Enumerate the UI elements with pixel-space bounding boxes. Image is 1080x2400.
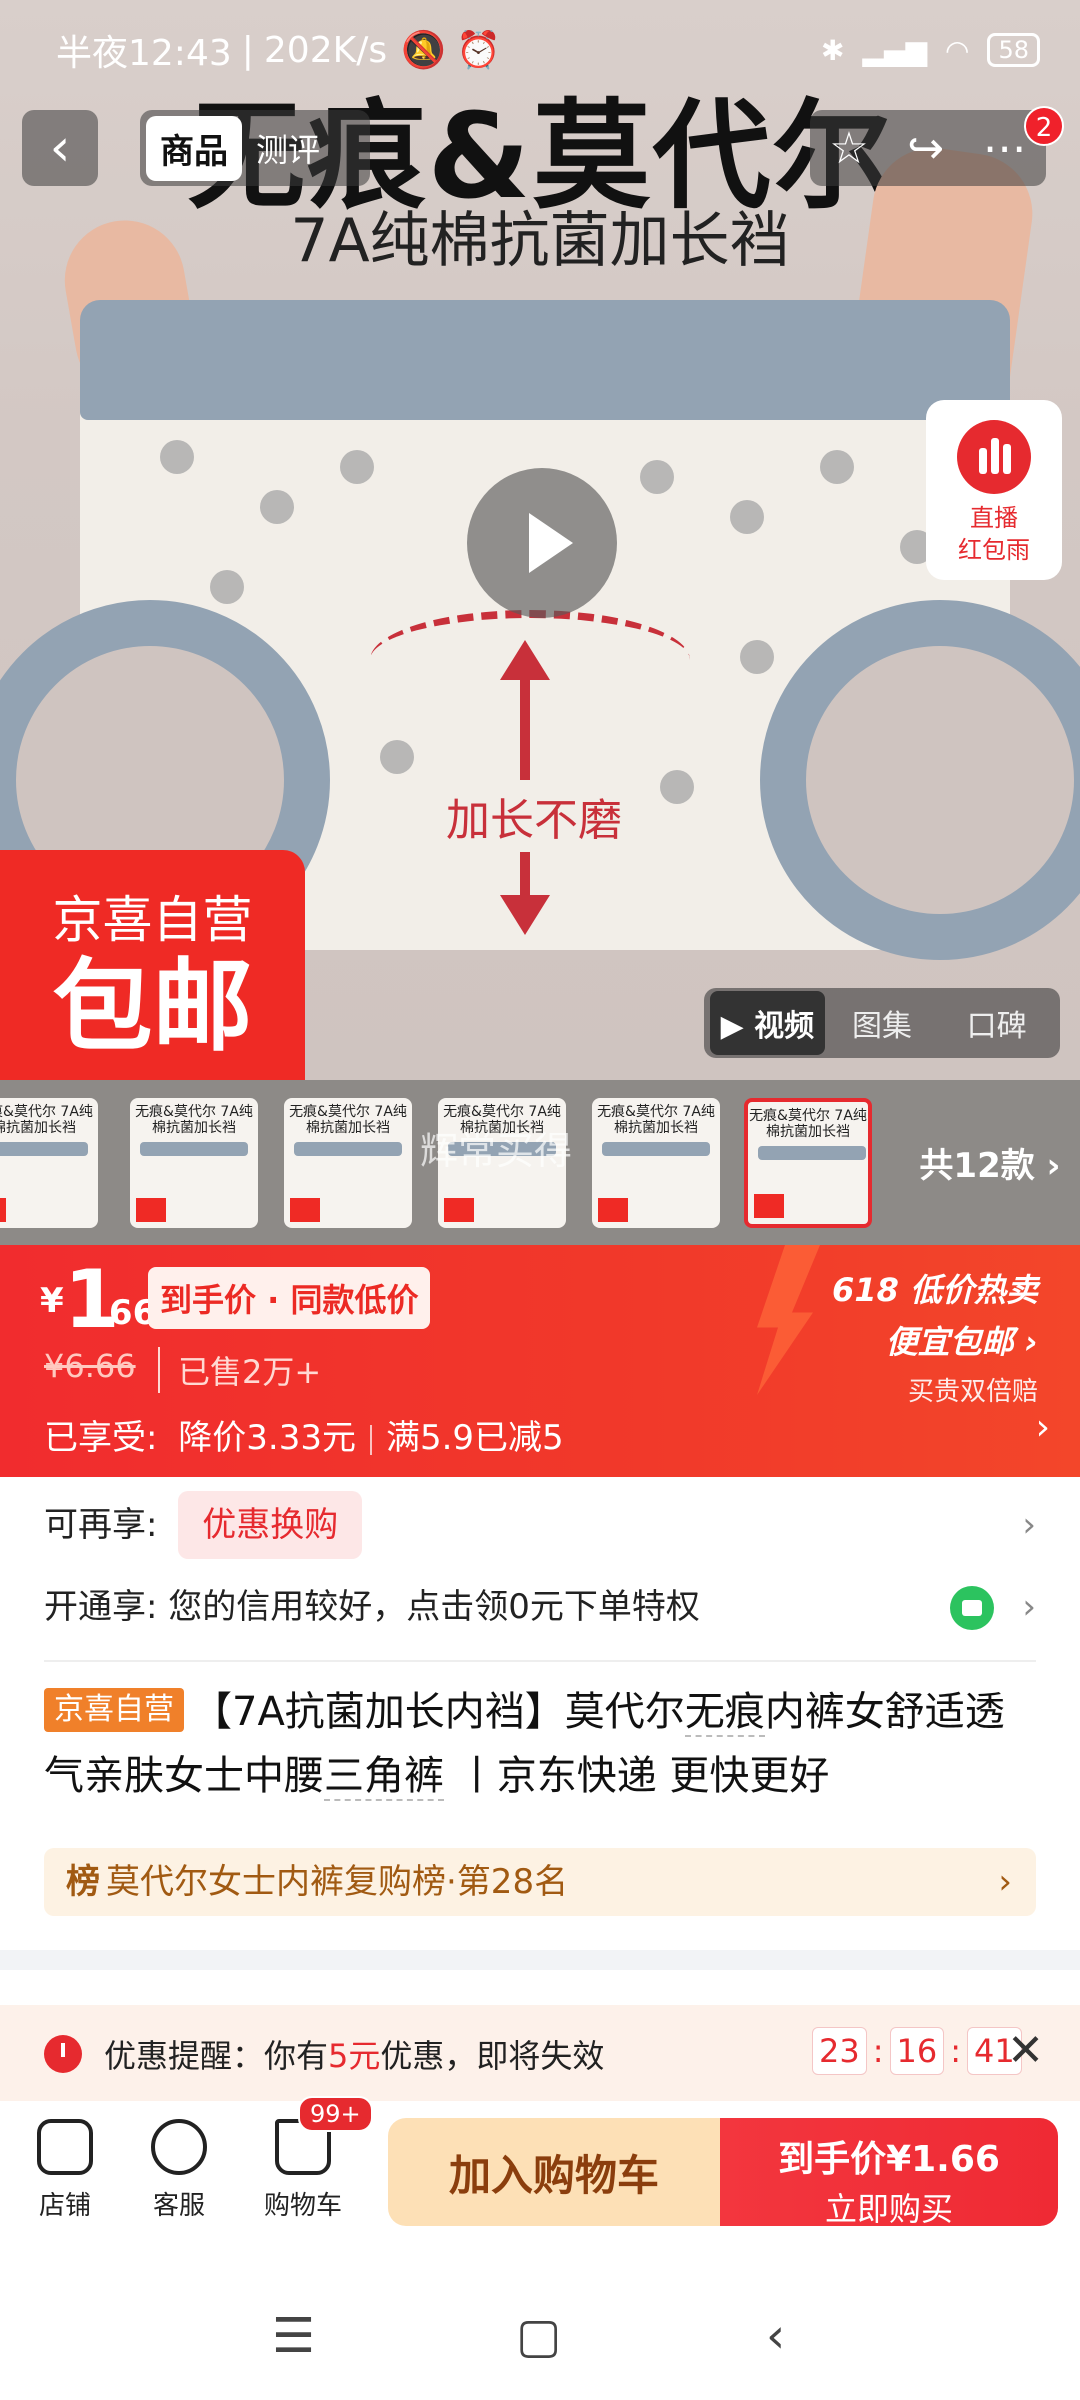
keyword-link[interactable]: 无痕	[684, 1689, 765, 1737]
chevron-right-icon: ›	[998, 1862, 1012, 1902]
live-redpacket-button[interactable]: 直播 红包雨	[926, 400, 1062, 580]
play-video-icon[interactable]	[467, 468, 617, 618]
system-navigation-bar: ☰ ▢ ‹	[0, 2260, 1080, 2400]
extra-offer-row[interactable]: 可再享: 优惠换购 ›	[44, 1490, 1036, 1560]
media-tabs: ▶ 视频 图集 口碑	[704, 988, 1060, 1058]
original-price: ¥6.66	[44, 1347, 136, 1385]
tab-reviews[interactable]: 口碑	[939, 1001, 1054, 1045]
variant-thumb[interactable]: 无痕&莫代尔 7A纯棉抗菌加长裆	[284, 1098, 412, 1228]
product-title: 京喜自营 【7A抗菌加长内裆】莫代尔无痕内裤女舒适透气亲肤女士中腰三角裤 丨京东快…	[44, 1688, 1005, 1801]
notification-badge: 2	[1024, 106, 1064, 146]
bluetooth-icon: ✱	[820, 33, 845, 67]
signal-icon: ▂▄▆	[862, 33, 928, 67]
customer-service-button[interactable]: 客服	[124, 2119, 234, 2222]
all-variants-button[interactable]: 共12款 ›	[900, 1080, 1080, 1245]
variant-thumb[interactable]: 无痕&莫代尔 7A纯棉抗菌加长裆	[592, 1098, 720, 1228]
mute-icon: 🔕	[401, 30, 446, 71]
jingxi-self-run-badge: 京喜自营 包邮	[0, 850, 305, 1080]
live-icon	[957, 420, 1031, 494]
keyword-link[interactable]: 三角裤	[324, 1753, 444, 1801]
sold-count: 已售2万+	[158, 1347, 321, 1393]
store-icon	[37, 2119, 93, 2175]
alarm-icon: ⏰	[455, 30, 501, 71]
chevron-left-icon: ‹	[49, 118, 71, 178]
variant-strip: 无痕&莫代尔 7A纯棉抗菌加长裆 无痕&莫代尔 7A纯棉抗菌加长裆 无痕&莫代尔…	[0, 1080, 1080, 1245]
menu-icon[interactable]: ☰	[272, 2308, 315, 2364]
status-speed: 202K/s	[263, 29, 388, 71]
price-banner: ¥ 1 .66 到手价 · 同款低价 ¥6.66 已售2万+ 已享受: 降价3.…	[0, 1245, 1080, 1477]
shop-button[interactable]: 店铺	[10, 2119, 120, 2222]
variant-thumb[interactable]: 无痕&莫代尔 7A纯棉抗菌加长裆	[130, 1098, 258, 1228]
shopping-bag-icon	[950, 1586, 994, 1630]
cart-count-badge: 99+	[298, 2096, 373, 2132]
top-actions: ☆ ↪ ⋯	[810, 110, 1046, 186]
cart-button[interactable]: 购物车	[248, 2119, 358, 2222]
hero-annotation: 加长不磨	[440, 780, 628, 852]
close-icon[interactable]: ✕	[1007, 2025, 1044, 2076]
event-promo[interactable]: 618 低价热卖 便宜包邮 › 买贵双倍赔	[832, 1265, 1038, 1408]
lightning-decoration	[757, 1245, 820, 1395]
self-run-tag: 京喜自营	[44, 1688, 184, 1732]
share-icon[interactable]: ↪	[907, 123, 944, 174]
coupon-reminder-bar[interactable]: 优惠提醒：你有5元优惠，即将失效 23:16:41 ✕	[0, 2005, 1080, 2101]
tab-gallery[interactable]: 图集	[825, 1001, 940, 1045]
price-currency: ¥	[40, 1281, 64, 1321]
status-time: 半夜12:43	[56, 33, 232, 74]
countdown-timer: 23:16:41	[812, 2027, 1022, 2075]
tab-product[interactable]: 商品	[146, 115, 242, 181]
back-button[interactable]: ‹	[22, 110, 98, 186]
home-icon[interactable]: ▢	[516, 2308, 561, 2364]
service-face-icon	[151, 2119, 207, 2175]
status-bar: 半夜12:43 | 202K/s 🔕 ⏰ ✱ ▂▄▆ ◠ 58	[56, 22, 1040, 78]
variant-thumb[interactable]: 无痕&莫代尔 7A纯棉抗菌加长裆	[0, 1098, 98, 1228]
more-icon[interactable]: ⋯	[983, 123, 1027, 174]
exchange-offer-pill[interactable]: 优惠换购	[178, 1491, 363, 1559]
tab-review[interactable]: 测评	[250, 117, 326, 179]
chevron-right-icon: ›	[1022, 1505, 1036, 1545]
add-to-cart-button[interactable]: 加入购物车	[388, 2118, 720, 2226]
chevron-right-icon[interactable]: ›	[1036, 1407, 1050, 1448]
discount-summary[interactable]: 已享受: 降价3.33元 满5.9已减5	[44, 1410, 564, 1459]
battery-indicator: 58	[987, 33, 1040, 67]
favorite-star-icon[interactable]: ☆	[829, 123, 868, 174]
top-tabs: 商品 测评	[140, 110, 370, 186]
wifi-icon: ◠	[945, 33, 970, 67]
final-price-tag: 到手价 · 同款低价	[148, 1267, 431, 1329]
credit-offer-row[interactable]: 开通享: 您的信用较好，点击领0元下单特权 ›	[44, 1582, 1036, 1632]
tab-video[interactable]: ▶ 视频	[710, 991, 825, 1055]
watermark-text: 辉常买得	[420, 1129, 573, 1173]
rank-icon: 榜	[66, 1862, 100, 1902]
variant-thumb-selected[interactable]: 无痕&莫代尔 7A纯棉抗菌加长裆	[744, 1098, 872, 1228]
chevron-right-icon: ›	[1022, 1587, 1036, 1627]
buy-now-button[interactable]: 到手价¥1.66 立即购买	[720, 2118, 1058, 2228]
back-nav-icon[interactable]: ‹	[766, 2308, 785, 2364]
ranking-row[interactable]: 榜莫代尔女士内裤复购榜·第28名 ›	[44, 1848, 1036, 1916]
clock-icon	[44, 2035, 82, 2073]
product-hero-image[interactable]: 无痕&莫代尔 7A纯棉抗菌加长裆 加长不磨 ‹ 商品 测评 ☆ ↪ ⋯ 2 半夜	[0, 0, 1080, 1080]
